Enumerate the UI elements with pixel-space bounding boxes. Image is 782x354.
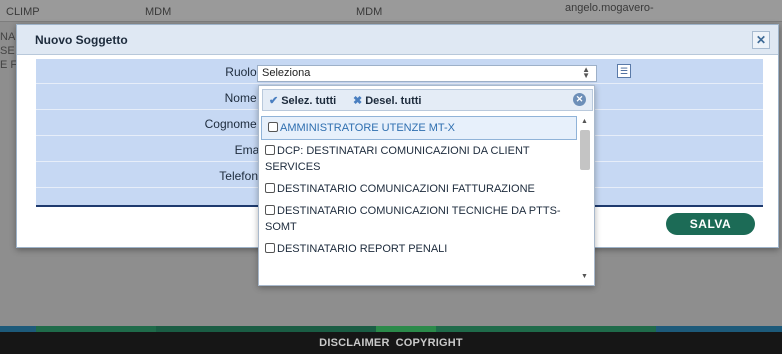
list-item[interactable]: DESTINATARIO COMUNICAZIONI TECNICHE DA P…	[259, 200, 579, 238]
deselect-all-link[interactable]: ✖ Desel. tutti	[353, 94, 421, 107]
footer: DISCLAIMER COPYRIGHT	[0, 332, 782, 354]
list-item[interactable]: DESTINATARIO COMUNICAZIONI FATTURAZIONE	[259, 178, 579, 200]
checkbox[interactable]	[265, 145, 275, 155]
list-item[interactable]: AMMINISTRATORE UTENZE MT-X	[261, 116, 577, 140]
checkbox[interactable]	[265, 243, 275, 253]
bg-cell: MDM	[145, 6, 172, 18]
close-icon[interactable]: ✕	[752, 31, 770, 49]
list-icon[interactable]: ☰	[617, 64, 631, 78]
select-arrows-icon: ▲ ▼	[582, 65, 590, 80]
bg-cell: MDM	[356, 6, 383, 18]
ruolo-dropdown-panel: ✔ Selez. tutti ✖ Desel. tutti ✕ AMMINISTRA…	[258, 85, 595, 286]
list-item[interactable]: DCP: DESTINATARI COMUNICAZIONI DA CLIENT…	[259, 140, 579, 178]
save-button[interactable]: SALVA	[666, 213, 755, 235]
scroll-thumb[interactable]	[580, 130, 590, 170]
option-label: DESTINATARIO COMUNICAZIONI FATTURAZIONE	[277, 183, 535, 195]
list-item[interactable]: DESTINATARIO REPORT PENALI	[259, 238, 579, 260]
dialog-title: Nuovo Soggetto	[35, 32, 128, 47]
deselect-all-label: Desel. tutti	[365, 95, 422, 107]
checkbox[interactable]	[265, 205, 275, 215]
options-list: AMMINISTRATORE UTENZE MT-X DCP: DESTINAT…	[259, 116, 579, 284]
scroll-up-icon[interactable]: ▲	[581, 118, 588, 125]
ruolo-select[interactable]: Seleziona ▲ ▼	[257, 65, 597, 82]
checkbox[interactable]	[265, 183, 275, 193]
select-all-label: Selez. tutti	[281, 95, 337, 107]
clear-icon[interactable]: ✕	[573, 93, 586, 106]
select-all-link[interactable]: ✔ Selez. tutti	[269, 94, 336, 107]
bg-cell: CLIMP	[6, 6, 40, 18]
copyright-link[interactable]: COPYRIGHT	[396, 337, 463, 349]
option-label: AMMINISTRATORE UTENZE MT-X	[280, 122, 455, 134]
option-label: DCP: DESTINATARI COMUNICAZIONI DA CLIENT…	[265, 145, 530, 173]
check-icon: ✔	[269, 95, 279, 107]
dialog-header: Nuovo Soggetto ✕	[17, 25, 778, 55]
form-row-ruolo: Ruolo *: Seleziona ▲ ▼ ☰	[36, 59, 763, 84]
disclaimer-link[interactable]: DISCLAIMER	[319, 337, 389, 349]
scroll-down-icon[interactable]: ▼	[581, 273, 588, 280]
bg-cell: angelo.mogavero-	[565, 2, 654, 14]
option-label: DESTINATARIO REPORT PENALI	[277, 243, 448, 255]
option-label: DESTINATARIO COMUNICAZIONI TECNICHE DA P…	[265, 205, 561, 233]
dropdown-scrollbar[interactable]: ▲ ▼	[579, 116, 591, 282]
background-table-header: CLIMP MDM MDM angelo.mogavero-	[0, 0, 782, 22]
x-icon: ✖	[353, 95, 363, 107]
ruolo-select-value: Seleziona	[262, 67, 311, 79]
dropdown-header: ✔ Selez. tutti ✖ Desel. tutti ✕	[262, 89, 593, 111]
checkbox[interactable]	[268, 122, 278, 132]
